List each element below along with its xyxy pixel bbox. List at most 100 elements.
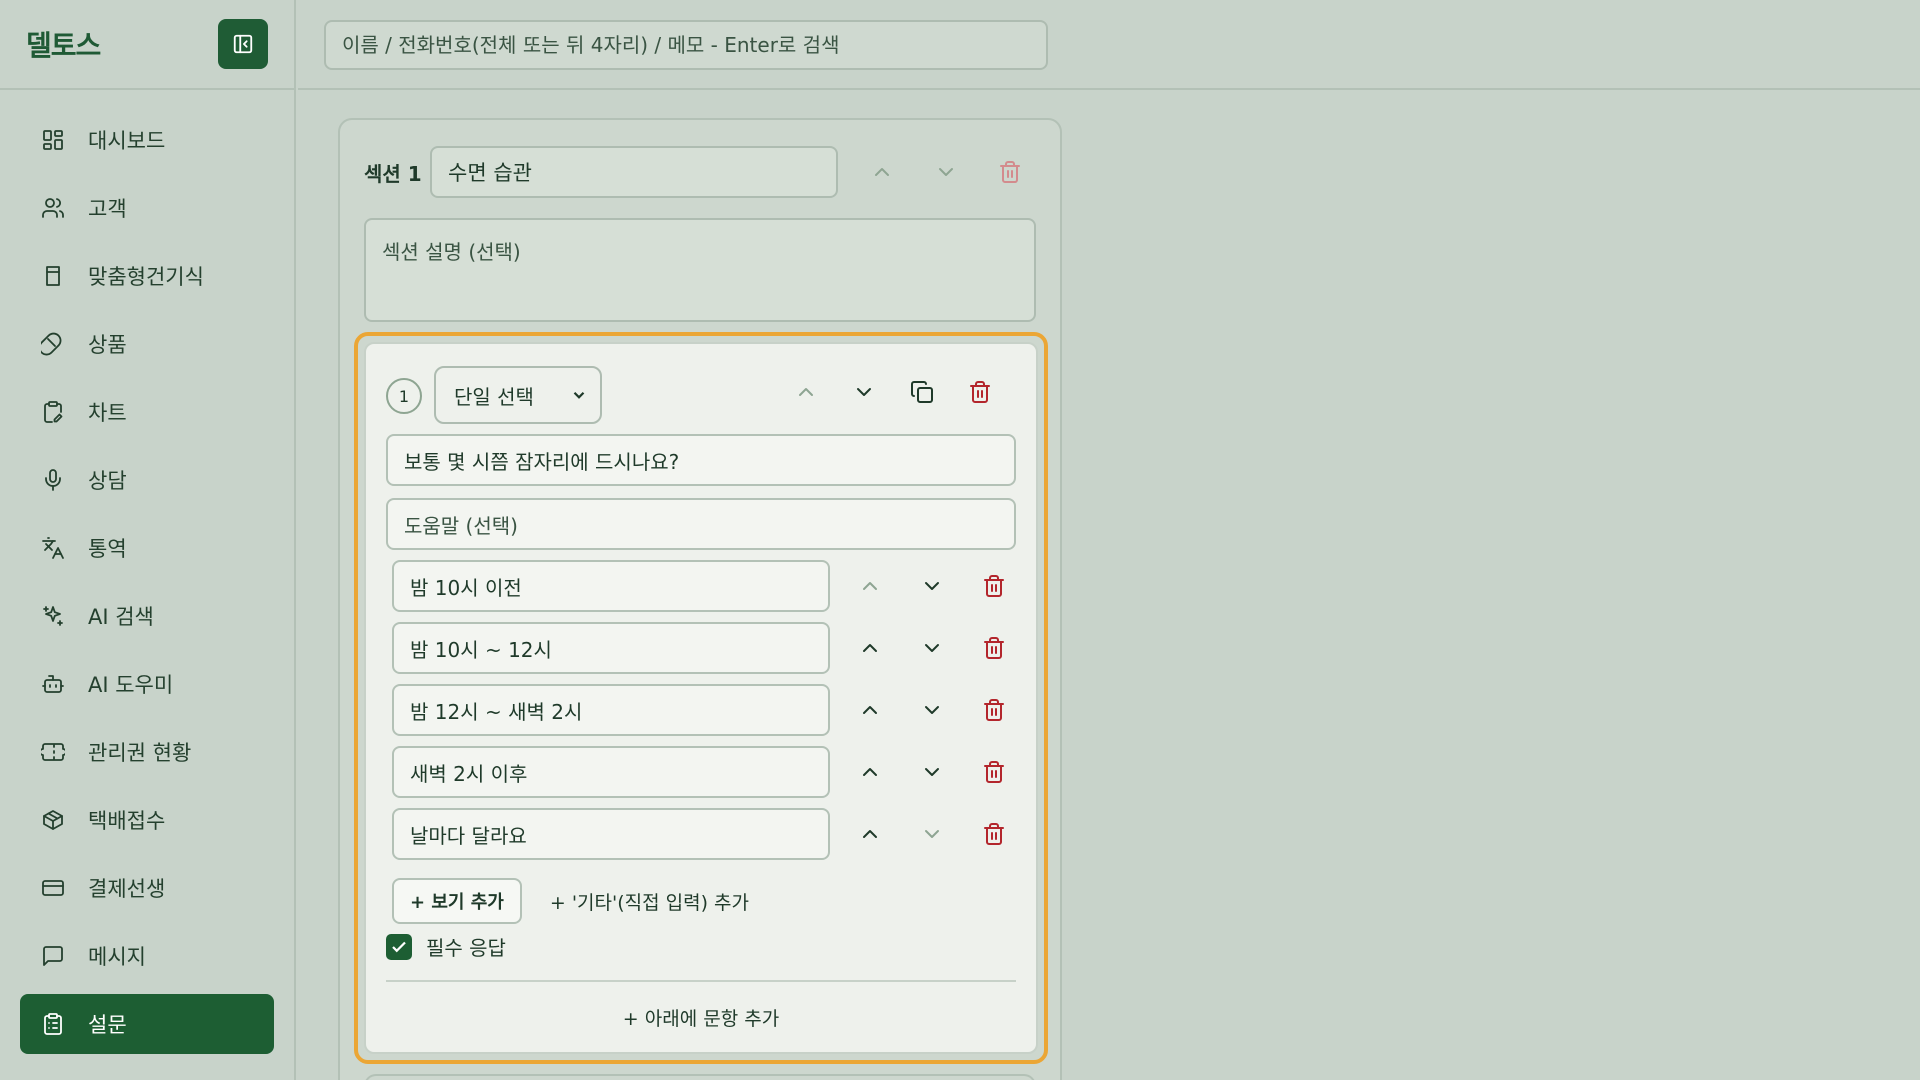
top-bar xyxy=(298,0,1920,90)
sidebar-item-label: 상품 xyxy=(88,333,127,357)
option-delete-button[interactable] xyxy=(972,626,1016,670)
sidebar-item-label: AI 검색 xyxy=(88,605,154,629)
option-delete-button[interactable] xyxy=(972,564,1016,608)
sidebar-item-dashboard[interactable]: 대시보드 xyxy=(20,110,274,170)
sidebar-item-products[interactable]: 상품 xyxy=(20,314,274,374)
section-header: 섹션 1 수면 습관 xyxy=(364,146,838,198)
sidebar-item-consult[interactable]: 상담 xyxy=(20,450,274,510)
question-help-input[interactable]: 도움말 (선택) xyxy=(386,498,1016,550)
option-actions xyxy=(848,812,1016,856)
trash-icon xyxy=(984,699,1004,721)
option-input[interactable]: 밤 10시 ~ 12시 xyxy=(392,622,830,674)
sidebar-collapse-button[interactable] xyxy=(218,19,268,69)
option-move-up-button[interactable] xyxy=(848,750,892,794)
option-row: 새벽 2시 이후 xyxy=(392,746,1016,798)
option-move-down-button[interactable] xyxy=(910,812,954,856)
bot-icon xyxy=(40,671,66,697)
question-delete-button[interactable] xyxy=(958,370,1002,414)
message-icon xyxy=(40,943,66,969)
option-delete-button[interactable] xyxy=(972,688,1016,732)
chevron-down-icon xyxy=(925,582,939,590)
trash-icon xyxy=(984,761,1004,783)
chevron-down-icon xyxy=(573,391,585,399)
option-row: 밤 10시 ~ 12시 xyxy=(392,622,1016,674)
chevron-down-icon xyxy=(925,644,939,652)
brand-logo: 델토스 xyxy=(26,29,101,62)
next-question-card xyxy=(364,1074,1036,1080)
check-icon xyxy=(392,941,406,952)
option-move-up-button[interactable] xyxy=(848,688,892,732)
add-other-option-button[interactable]: + '기타'(직접 입력) 추가 xyxy=(550,888,749,915)
question-move-up-button[interactable] xyxy=(784,370,828,414)
option-delete-button[interactable] xyxy=(972,750,1016,794)
sidebar-item-label: 차트 xyxy=(88,401,127,425)
add-question-below-button[interactable]: + 아래에 문항 추가 xyxy=(366,1004,1036,1031)
trash-icon xyxy=(970,381,990,403)
option-actions xyxy=(848,688,1016,732)
search-input[interactable] xyxy=(324,20,1048,70)
question-type-value: 단일 선택 xyxy=(454,384,534,409)
chevron-up-icon xyxy=(863,830,877,838)
question-duplicate-button[interactable] xyxy=(900,370,944,414)
option-actions xyxy=(848,626,1016,670)
sidebar-item-ai-search[interactable]: AI 검색 xyxy=(20,586,274,646)
translate-icon xyxy=(40,535,66,561)
option-move-down-button[interactable] xyxy=(910,626,954,670)
section-move-down-button[interactable] xyxy=(924,150,968,194)
option-move-up-button[interactable] xyxy=(848,812,892,856)
option-actions xyxy=(848,564,1016,608)
question-actions xyxy=(784,370,1002,414)
sidebar-item-survey[interactable]: 설문 xyxy=(20,994,274,1054)
chevron-down-icon xyxy=(939,168,953,176)
required-toggle[interactable]: 필수 응답 xyxy=(386,932,506,961)
sidebar-item-messages[interactable]: 메시지 xyxy=(20,926,274,986)
section-delete-button[interactable] xyxy=(988,150,1032,194)
sidebar-item-parcel[interactable]: 택배접수 xyxy=(20,790,274,850)
sidebar-item-customers[interactable]: 고객 xyxy=(20,178,274,238)
option-add-row: + 보기 추가 + '기타'(직접 입력) 추가 xyxy=(392,878,749,924)
option-delete-button[interactable] xyxy=(972,812,1016,856)
option-move-up-button[interactable] xyxy=(848,564,892,608)
sidebar-item-label: 택배접수 xyxy=(88,809,166,833)
question-move-down-button[interactable] xyxy=(842,370,886,414)
bookmark-icon xyxy=(40,263,66,289)
chevron-up-icon xyxy=(863,644,877,652)
sidebar-item-label: 상담 xyxy=(88,469,127,493)
option-move-down-button[interactable] xyxy=(910,688,954,732)
panel-left-icon xyxy=(233,34,253,54)
trash-icon xyxy=(1000,161,1020,183)
package-icon xyxy=(40,807,66,833)
section-card: 섹션 1 수면 습관 섹션 설명 (선택) 1 단일 선택 보통 몇 시쯤 잠자… xyxy=(338,118,1062,1080)
sidebar-item-membership-status[interactable]: 관리권 현황 xyxy=(20,722,274,782)
section-label: 섹션 1 xyxy=(364,161,422,186)
add-option-button[interactable]: + 보기 추가 xyxy=(392,878,522,924)
sidebar-item-payment[interactable]: 결제선생 xyxy=(20,858,274,918)
microphone-icon xyxy=(40,467,66,493)
option-input[interactable]: 날마다 달라요 xyxy=(392,808,830,860)
sidebar-item-label: 관리권 현황 xyxy=(88,741,192,765)
sidebar-item-ai-assistant[interactable]: AI 도우미 xyxy=(20,654,274,714)
sidebar-item-custom-supplements[interactable]: 맞춤형건기식 xyxy=(20,246,274,306)
option-move-up-button[interactable] xyxy=(848,626,892,670)
sidebar-nav: 대시보드 고객 맞춤형건기식 상품 차트 상담 통역 AI 검색 AI 도우미 … xyxy=(0,90,294,1054)
section-title-input[interactable]: 수면 습관 xyxy=(430,146,838,198)
question-type-select[interactable]: 단일 선택 xyxy=(434,366,602,424)
required-checkbox[interactable] xyxy=(386,933,412,960)
sidebar-item-label: AI 도우미 xyxy=(88,673,174,697)
divider xyxy=(386,980,1016,982)
section-description-input[interactable]: 섹션 설명 (선택) xyxy=(364,218,1036,322)
option-actions xyxy=(848,750,1016,794)
option-input[interactable]: 밤 10시 이전 xyxy=(392,560,830,612)
clipboard-edit-icon xyxy=(40,399,66,425)
question-text-input[interactable]: 보통 몇 시쯤 잠자리에 드시나요? xyxy=(386,434,1016,486)
sidebar-item-label: 메시지 xyxy=(88,945,146,969)
section-move-up-button[interactable] xyxy=(860,150,904,194)
chevron-down-icon xyxy=(925,768,939,776)
option-input[interactable]: 새벽 2시 이후 xyxy=(392,746,830,798)
option-move-down-button[interactable] xyxy=(910,750,954,794)
option-input[interactable]: 밤 12시 ~ 새벽 2시 xyxy=(392,684,830,736)
section-actions xyxy=(860,150,1032,194)
sidebar-item-chart[interactable]: 차트 xyxy=(20,382,274,442)
sidebar-item-interpret[interactable]: 통역 xyxy=(20,518,274,578)
option-move-down-button[interactable] xyxy=(910,564,954,608)
